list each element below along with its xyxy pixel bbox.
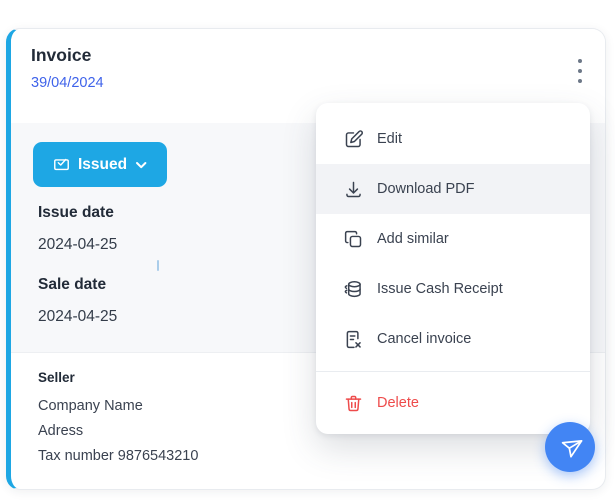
- more-options-button[interactable]: [565, 49, 595, 93]
- issue-date-value: 2024-04-25: [38, 236, 118, 253]
- seller-company-name: Company Name: [38, 398, 143, 414]
- menu-item-label: Issue Cash Receipt: [377, 281, 503, 297]
- issue-date-label: Issue date: [38, 204, 114, 221]
- menu-item-issue-cash-receipt[interactable]: Issue Cash Receipt: [316, 264, 590, 314]
- copy-icon: [344, 230, 362, 247]
- menu-item-label: Add similar: [377, 231, 449, 247]
- page-title: Invoice: [31, 45, 92, 65]
- menu-item-add-similar[interactable]: Add similar: [316, 214, 590, 264]
- seller-tax-number: Tax number 9876543210: [38, 448, 199, 464]
- chevron-down-icon: [136, 161, 147, 168]
- menu-item-edit[interactable]: Edit: [316, 114, 590, 164]
- menu-item-cancel-invoice[interactable]: Cancel invoice: [316, 314, 590, 364]
- seller-label: Seller: [38, 370, 75, 385]
- menu-item-label: Download PDF: [377, 181, 475, 197]
- sale-date-label: Sale date: [38, 276, 107, 293]
- envelope-check-icon: [54, 158, 69, 171]
- context-menu: Edit Download PDF Add similar Issue Cash…: [316, 103, 590, 434]
- send-icon: [561, 439, 582, 458]
- kebab-icon: [578, 59, 582, 83]
- seller-address: Adress: [38, 423, 84, 439]
- file-x-icon: [346, 330, 361, 348]
- text-cursor-artifact: [157, 260, 159, 271]
- invoice-number-link[interactable]: 39/04/2024: [31, 75, 104, 91]
- menu-item-delete[interactable]: Delete: [316, 378, 590, 428]
- status-dropdown-button[interactable]: Issued: [33, 142, 167, 187]
- status-label: Issued: [77, 155, 128, 173]
- menu-item-label: Delete: [377, 395, 419, 411]
- sale-date-value: 2024-04-25: [38, 308, 118, 325]
- menu-divider: [316, 371, 590, 372]
- download-icon: [346, 181, 361, 197]
- cash-receipt-icon: [344, 280, 361, 297]
- trash-icon: [345, 395, 362, 411]
- menu-item-download-pdf[interactable]: Download PDF: [316, 164, 590, 214]
- send-fab-button[interactable]: [545, 422, 595, 472]
- menu-item-label: Cancel invoice: [377, 331, 472, 347]
- edit-icon: [345, 129, 363, 147]
- seller-section: Seller Company Name Adress Tax number 98…: [38, 370, 198, 469]
- menu-item-label: Edit: [377, 131, 402, 147]
